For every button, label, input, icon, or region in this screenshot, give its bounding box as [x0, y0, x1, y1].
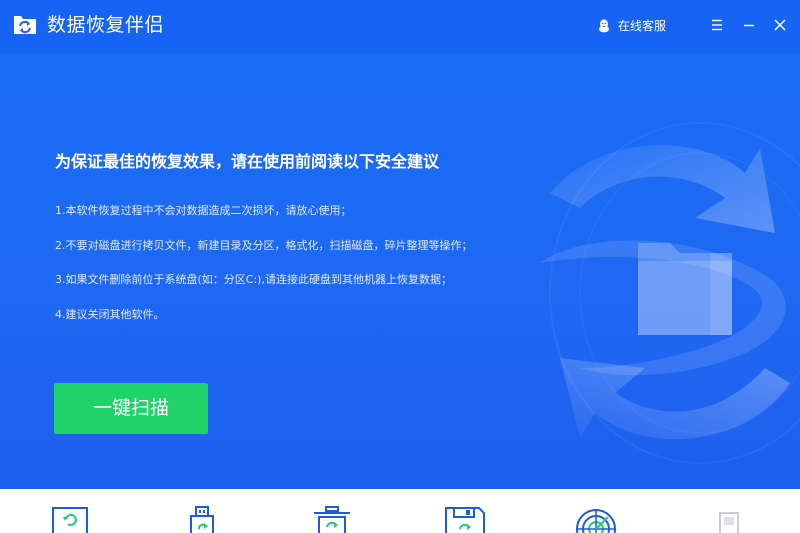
safety-tips-list: 1.本软件恢复过程中不会对数据造成二次损坏，请放心使用； 2.不要对磁盘进行拷贝… [55, 203, 515, 341]
usb-drive-icon[interactable] [185, 505, 219, 533]
safety-tip: 1.本软件恢复过程中不会对数据造成二次损坏，请放心使用； [55, 204, 352, 217]
floppy-disk-icon[interactable] [443, 505, 487, 533]
minimize-icon[interactable] [740, 16, 758, 34]
disk-scan-icon[interactable] [574, 505, 618, 533]
safety-tip: 4.建议关闭其他软件。 [55, 307, 165, 321]
main-panel: 为保证最佳的恢复效果，请在使用前阅读以下安全建议 1.本软件恢复过程中不会对数据… [0, 53, 800, 489]
online-service-button[interactable]: 在线客服 [598, 17, 666, 35]
hamburger-menu-icon[interactable] [708, 16, 726, 34]
feature-toolbar [0, 489, 800, 533]
one-click-scan-button[interactable]: 一键扫描 [54, 383, 208, 434]
recovery-logo-icon [14, 16, 36, 34]
safety-tip: 3.如果文件删除前位于系统盘(如：分区C:),请连接此硬盘到其他机器上恢复数据； [55, 273, 452, 286]
recycle-bin-icon[interactable] [310, 505, 354, 533]
safety-headline: 为保证最佳的恢复效果，请在使用前阅读以下安全建议 [55, 152, 440, 171]
recovery-arrows-folder-illustration [540, 122, 800, 464]
qq-penguin-icon [599, 19, 609, 33]
online-service-label: 在线客服 [618, 19, 667, 33]
title-bar: 数据恢复伴侣 在线客服 [0, 0, 800, 53]
safety-tip: 2.不要对磁盘进行拷贝文件，新建目录及分区，格式化，扫描磁盘，碎片整理等操作； [55, 238, 473, 252]
restore-file-icon[interactable] [50, 505, 90, 533]
close-icon[interactable] [771, 16, 789, 34]
device-icon[interactable] [714, 505, 744, 533]
app-title: 数据恢复伴侣 [47, 14, 165, 36]
